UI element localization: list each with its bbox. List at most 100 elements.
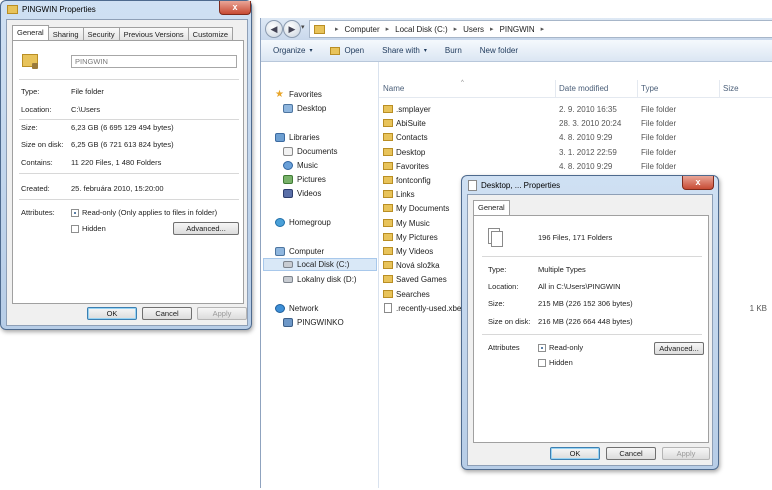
attributes-label: Attributes — [488, 343, 520, 352]
nav-local-disk-c[interactable]: Local Disk (C:) — [263, 258, 377, 271]
nav-documents[interactable]: Documents — [283, 145, 337, 158]
cancel-button[interactable]: Cancel — [606, 447, 656, 460]
tab-sharing[interactable]: Sharing — [47, 27, 84, 40]
apply-button[interactable]: Apply — [662, 447, 710, 460]
music-icon — [283, 161, 293, 170]
file-type: File folder — [641, 119, 677, 129]
recent-pages-icon[interactable]: ▾ — [301, 23, 309, 33]
nav-label: Local Disk (C:) — [297, 260, 350, 269]
tab-security[interactable]: Security — [82, 27, 120, 40]
dialog-title-text: PINGWIN Properties — [22, 5, 96, 14]
advanced-button[interactable]: Advanced... — [654, 342, 704, 355]
read-only-checkbox[interactable] — [538, 344, 546, 352]
file-row[interactable]: Contacts 4. 8. 2010 9:29 File folder — [379, 130, 772, 144]
advanced-button[interactable]: Advanced... — [173, 222, 239, 235]
file-type: File folder — [641, 105, 677, 114]
general-panel: 196 Files, 171 Folders Type: Multiple Ty… — [473, 215, 709, 443]
file-row[interactable]: .smplayer 2. 9. 2010 16:35 File folder — [379, 102, 772, 116]
nav-label: Network — [289, 304, 319, 313]
dialog-title-text: Desktop, ... Properties — [481, 181, 561, 190]
chevron-right-icon[interactable]: ▸ — [335, 25, 339, 33]
column-date-modified[interactable]: Date modified — [559, 84, 608, 93]
nav-pictures[interactable]: Pictures — [283, 173, 326, 186]
nav-label: Documents — [297, 147, 338, 156]
cancel-button[interactable]: Cancel — [142, 307, 192, 320]
organize-label: Organize — [273, 46, 306, 55]
file-date-modified: 3. 1. 2012 22:59 — [559, 147, 617, 157]
column-type[interactable]: Type — [641, 84, 658, 93]
nav-desktop[interactable]: Desktop — [283, 102, 326, 115]
location-label: Location: — [21, 105, 52, 114]
burn-button[interactable]: Burn — [445, 46, 462, 55]
folder-name-input[interactable]: PINGWIN — [71, 55, 237, 68]
file-row[interactable]: Desktop 3. 1. 2012 22:59 File folder — [379, 145, 772, 159]
nav-label: Pictures — [297, 175, 326, 184]
share-with-button[interactable]: Share with ▾ — [382, 46, 427, 55]
nav-label: Music — [297, 161, 318, 170]
file-name: My Videos — [396, 247, 434, 256]
column-divider[interactable] — [719, 80, 720, 98]
breadcrumb-pingwin[interactable]: PINGWIN — [500, 25, 535, 34]
nav-label: PINGWINKO — [297, 318, 344, 327]
chevron-right-icon[interactable]: ▸ — [386, 25, 390, 33]
nav-label: Libraries — [289, 133, 320, 142]
file-row[interactable]: Favorites 4. 8. 2010 9:29 File folder — [379, 159, 772, 173]
nav-network[interactable]: Network — [275, 302, 318, 315]
nav-videos[interactable]: Videos — [283, 187, 321, 200]
column-divider[interactable] — [555, 80, 556, 98]
nav-music[interactable]: Music — [283, 159, 318, 172]
ok-button[interactable]: OK — [550, 447, 600, 460]
nav-label: Computer — [289, 247, 325, 256]
file-name: AbiSuite — [396, 119, 426, 129]
column-name[interactable]: Name — [383, 84, 404, 93]
hidden-checkbox[interactable] — [538, 359, 546, 367]
open-button[interactable]: Open — [330, 46, 364, 55]
divider — [482, 256, 702, 257]
nav-computer[interactable]: Computer — [275, 245, 324, 258]
apply-button[interactable]: Apply — [197, 307, 247, 320]
file-name: Links — [396, 190, 415, 200]
tab-general[interactable]: General — [12, 25, 49, 40]
read-only-checkbox[interactable] — [71, 209, 79, 217]
breadcrumb-users[interactable]: Users — [463, 25, 484, 34]
forward-button[interactable]: ▶ — [283, 20, 301, 38]
ok-button[interactable]: OK — [87, 307, 137, 320]
organize-button[interactable]: Organize ▾ — [273, 46, 312, 55]
size-value: 215 MB (226 152 306 bytes) — [538, 299, 633, 308]
breadcrumb-computer[interactable]: Computer — [345, 25, 380, 34]
tab-previous-versions[interactable]: Previous Versions — [118, 27, 189, 40]
breadcrumb-local-disk[interactable]: Local Disk (C:) — [395, 25, 447, 34]
file-name: fontconfig — [396, 176, 431, 185]
pingwin-properties-dialog: PINGWIN Properties x General Sharing Sec… — [0, 0, 252, 330]
column-divider[interactable] — [637, 80, 638, 98]
lock-icon — [32, 63, 38, 69]
back-button[interactable]: ◀ — [265, 20, 283, 38]
close-button[interactable]: x — [219, 1, 251, 15]
close-button[interactable]: x — [682, 176, 714, 190]
tab-general[interactable]: General — [473, 200, 510, 215]
folder-icon — [383, 275, 393, 284]
tab-customize[interactable]: Customize — [187, 27, 234, 40]
size-on-disk-label: Size on disk: — [488, 317, 531, 326]
nav-homegroup[interactable]: Homegroup — [275, 216, 331, 229]
hidden-checkbox[interactable] — [71, 225, 79, 233]
nav-label: Favorites — [289, 90, 322, 99]
nav-pingwinko[interactable]: PINGWINKO — [283, 316, 344, 329]
folder-icon — [383, 204, 393, 213]
nav-favorites[interactable]: ★ Favorites — [275, 88, 322, 101]
type-label: Type: — [488, 265, 507, 274]
address-bar[interactable]: ▸ Computer ▸ Local Disk (C:) ▸ Users ▸ P… — [309, 20, 772, 38]
hidden-label: Hidden — [549, 358, 573, 367]
nav-lokalny-disk-d[interactable]: Lokalny disk (D:) — [283, 273, 357, 286]
chevron-right-icon[interactable]: ▸ — [454, 25, 458, 33]
column-size[interactable]: Size — [723, 84, 739, 93]
nav-libraries[interactable]: Libraries — [275, 131, 320, 144]
contains-value: 11 220 Files, 1 480 Folders — [71, 158, 162, 167]
chevron-right-icon[interactable]: ▸ — [490, 25, 494, 33]
new-folder-button[interactable]: New folder — [480, 46, 518, 55]
file-row[interactable]: AbiSuite 28. 3. 2010 20:24 File folder — [379, 116, 772, 130]
multiple-files-icon — [491, 231, 503, 247]
drive-icon — [283, 276, 293, 283]
chevron-right-icon[interactable]: ▸ — [541, 25, 545, 33]
network-icon — [275, 304, 285, 313]
